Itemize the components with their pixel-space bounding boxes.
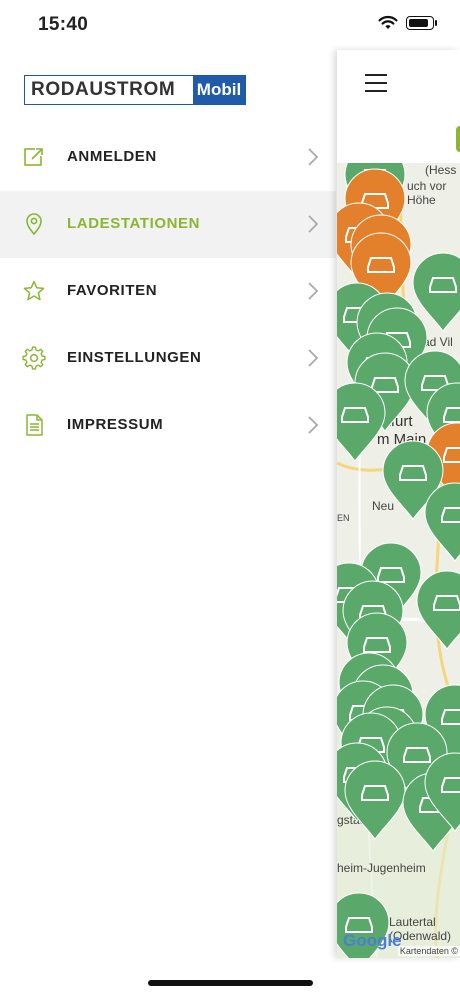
star-icon bbox=[23, 280, 45, 301]
wifi-icon bbox=[378, 15, 398, 29]
map-view[interactable]: (Hess uch vor Höhe ad Vil nkfurt m Main … bbox=[337, 163, 460, 958]
map-attribution: Kartendaten © bbox=[397, 946, 460, 956]
rodaustrom-logo: RODAUSTROM Mobil bbox=[24, 75, 246, 105]
charging-station-pin[interactable] bbox=[416, 570, 460, 650]
chevron-right-icon bbox=[308, 282, 318, 300]
filter-tab[interactable] bbox=[456, 126, 460, 152]
drawer-menu: ANMELDEN LADESTATIONEN FAVORITEN EINSTEL… bbox=[0, 124, 336, 459]
menu-label-impressum: IMPRESSUM bbox=[67, 416, 164, 433]
gear-icon bbox=[22, 346, 46, 370]
status-bar: 15:40 bbox=[0, 0, 460, 50]
google-logo: Google bbox=[343, 931, 402, 950]
menu-item-anmelden[interactable]: ANMELDEN bbox=[0, 124, 336, 191]
menu-label-einstellungen: EINSTELLUNGEN bbox=[67, 349, 202, 366]
logo-mobil: Mobil bbox=[193, 76, 245, 104]
menu-label-anmelden: ANMELDEN bbox=[67, 148, 157, 165]
menu-label-ladestationen: LADESTATIONEN bbox=[67, 215, 201, 232]
chevron-right-icon bbox=[308, 349, 318, 367]
status-icons bbox=[378, 15, 437, 30]
menu-label-favoriten: FAVORITEN bbox=[67, 282, 158, 299]
chevron-right-icon bbox=[308, 215, 318, 233]
logo-word: RODAUSTROM bbox=[25, 76, 193, 104]
chevron-right-icon bbox=[308, 416, 318, 434]
hamburger-menu-icon[interactable] bbox=[365, 74, 387, 92]
menu-item-impressum[interactable]: IMPRESSUM bbox=[0, 392, 336, 459]
map-screen: (Hess uch vor Höhe ad Vil nkfurt m Main … bbox=[337, 50, 460, 958]
status-time: 15:40 bbox=[38, 14, 89, 35]
document-icon bbox=[26, 414, 43, 436]
battery-icon bbox=[406, 15, 437, 30]
charging-station-pin[interactable] bbox=[344, 760, 406, 840]
home-indicator bbox=[148, 980, 313, 986]
side-drawer: RODAUSTROM Mobil ANMELDEN LADESTATIONEN bbox=[0, 50, 336, 996]
login-icon bbox=[24, 147, 44, 166]
chevron-right-icon bbox=[308, 148, 318, 166]
charging-station-pin[interactable] bbox=[337, 382, 386, 462]
map-header bbox=[337, 50, 460, 163]
menu-item-einstellungen[interactable]: EINSTELLUNGEN bbox=[0, 325, 336, 392]
location-pin-icon bbox=[26, 213, 42, 236]
charging-station-pins bbox=[337, 163, 460, 958]
menu-item-ladestationen[interactable]: LADESTATIONEN bbox=[0, 191, 336, 258]
menu-item-favoriten[interactable]: FAVORITEN bbox=[0, 258, 336, 325]
